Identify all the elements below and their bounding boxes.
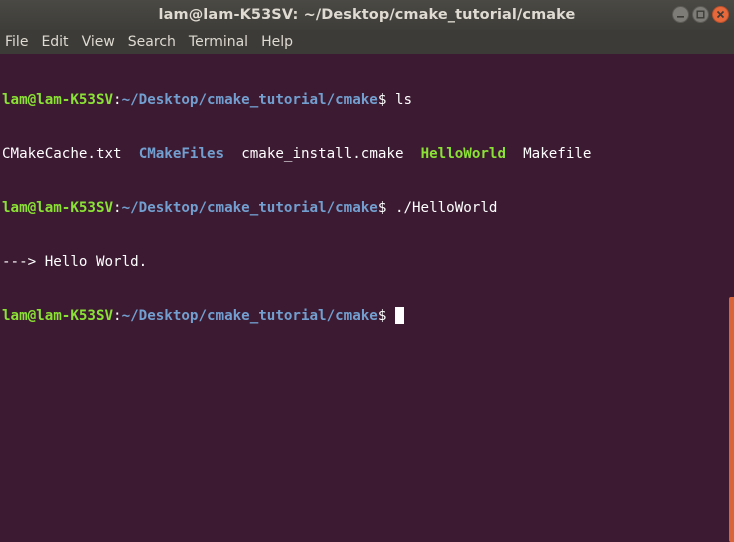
maximize-icon xyxy=(696,10,705,19)
ls-entry-file: cmake_install.cmake xyxy=(241,146,404,162)
vertical-scrollbar[interactable] xyxy=(728,54,734,542)
menu-file[interactable]: File xyxy=(4,34,29,50)
menu-terminal[interactable]: Terminal xyxy=(188,34,249,50)
prompt-path: ~/Desktop/cmake_tutorial/cmake xyxy=(121,200,378,216)
terminal-output[interactable]: lam@lam-K53SV:~/Desktop/cmake_tutorial/c… xyxy=(0,54,728,542)
terminal-line-ls: CMakeCache.txt CMakeFiles cmake_install.… xyxy=(2,145,728,163)
menu-edit[interactable]: Edit xyxy=(40,34,69,50)
prompt-end: $ xyxy=(377,308,395,324)
title-bar[interactable]: lam@lam-K53SV: ~/Desktop/cmake_tutorial/… xyxy=(0,0,734,30)
menu-help[interactable]: Help xyxy=(260,34,294,50)
window-title: lam@lam-K53SV: ~/Desktop/cmake_tutorial/… xyxy=(158,7,576,23)
terminal-line-prompt-1: lam@lam-K53SV:~/Desktop/cmake_tutorial/c… xyxy=(2,91,728,109)
prompt-separator: : xyxy=(113,308,122,324)
prompt-path: ~/Desktop/cmake_tutorial/cmake xyxy=(121,308,378,324)
ls-entry-file: CMakeCache.txt xyxy=(2,146,122,162)
minimize-button[interactable] xyxy=(672,6,689,23)
terminal-line-prompt-2: lam@lam-K53SV:~/Desktop/cmake_tutorial/c… xyxy=(2,199,728,217)
command-text: ./HelloWorld xyxy=(394,200,498,216)
text-cursor xyxy=(394,307,404,324)
ls-entry-dir: CMakeFiles xyxy=(138,146,225,162)
program-output: ---> Hello World. xyxy=(2,254,148,270)
minimize-icon xyxy=(677,16,684,18)
prompt-path: ~/Desktop/cmake_tutorial/cmake xyxy=(121,92,378,108)
terminal-window: lam@lam-K53SV: ~/Desktop/cmake_tutorial/… xyxy=(0,0,734,542)
prompt-end: $ xyxy=(377,200,395,216)
menu-bar: File Edit View Search Terminal Help xyxy=(0,30,734,54)
prompt-user: lam@lam-K53SV xyxy=(2,92,114,108)
close-icon xyxy=(716,10,725,19)
terminal-line-prompt-3: lam@lam-K53SV:~/Desktop/cmake_tutorial/c… xyxy=(2,307,728,325)
maximize-button[interactable] xyxy=(692,6,709,23)
terminal-line-output: ---> Hello World. xyxy=(2,253,728,271)
prompt-user: lam@lam-K53SV xyxy=(2,308,114,324)
ls-entry-file: Makefile xyxy=(523,146,592,162)
scrollbar-thumb[interactable] xyxy=(729,297,734,542)
ls-entry-exe: HelloWorld xyxy=(420,146,507,162)
prompt-separator: : xyxy=(113,200,122,216)
menu-search[interactable]: Search xyxy=(127,34,177,50)
prompt-user: lam@lam-K53SV xyxy=(2,200,114,216)
menu-view[interactable]: View xyxy=(81,34,116,50)
close-button[interactable] xyxy=(712,6,729,23)
prompt-end: $ xyxy=(377,92,395,108)
command-text: ls xyxy=(394,92,413,108)
prompt-separator: : xyxy=(113,92,122,108)
